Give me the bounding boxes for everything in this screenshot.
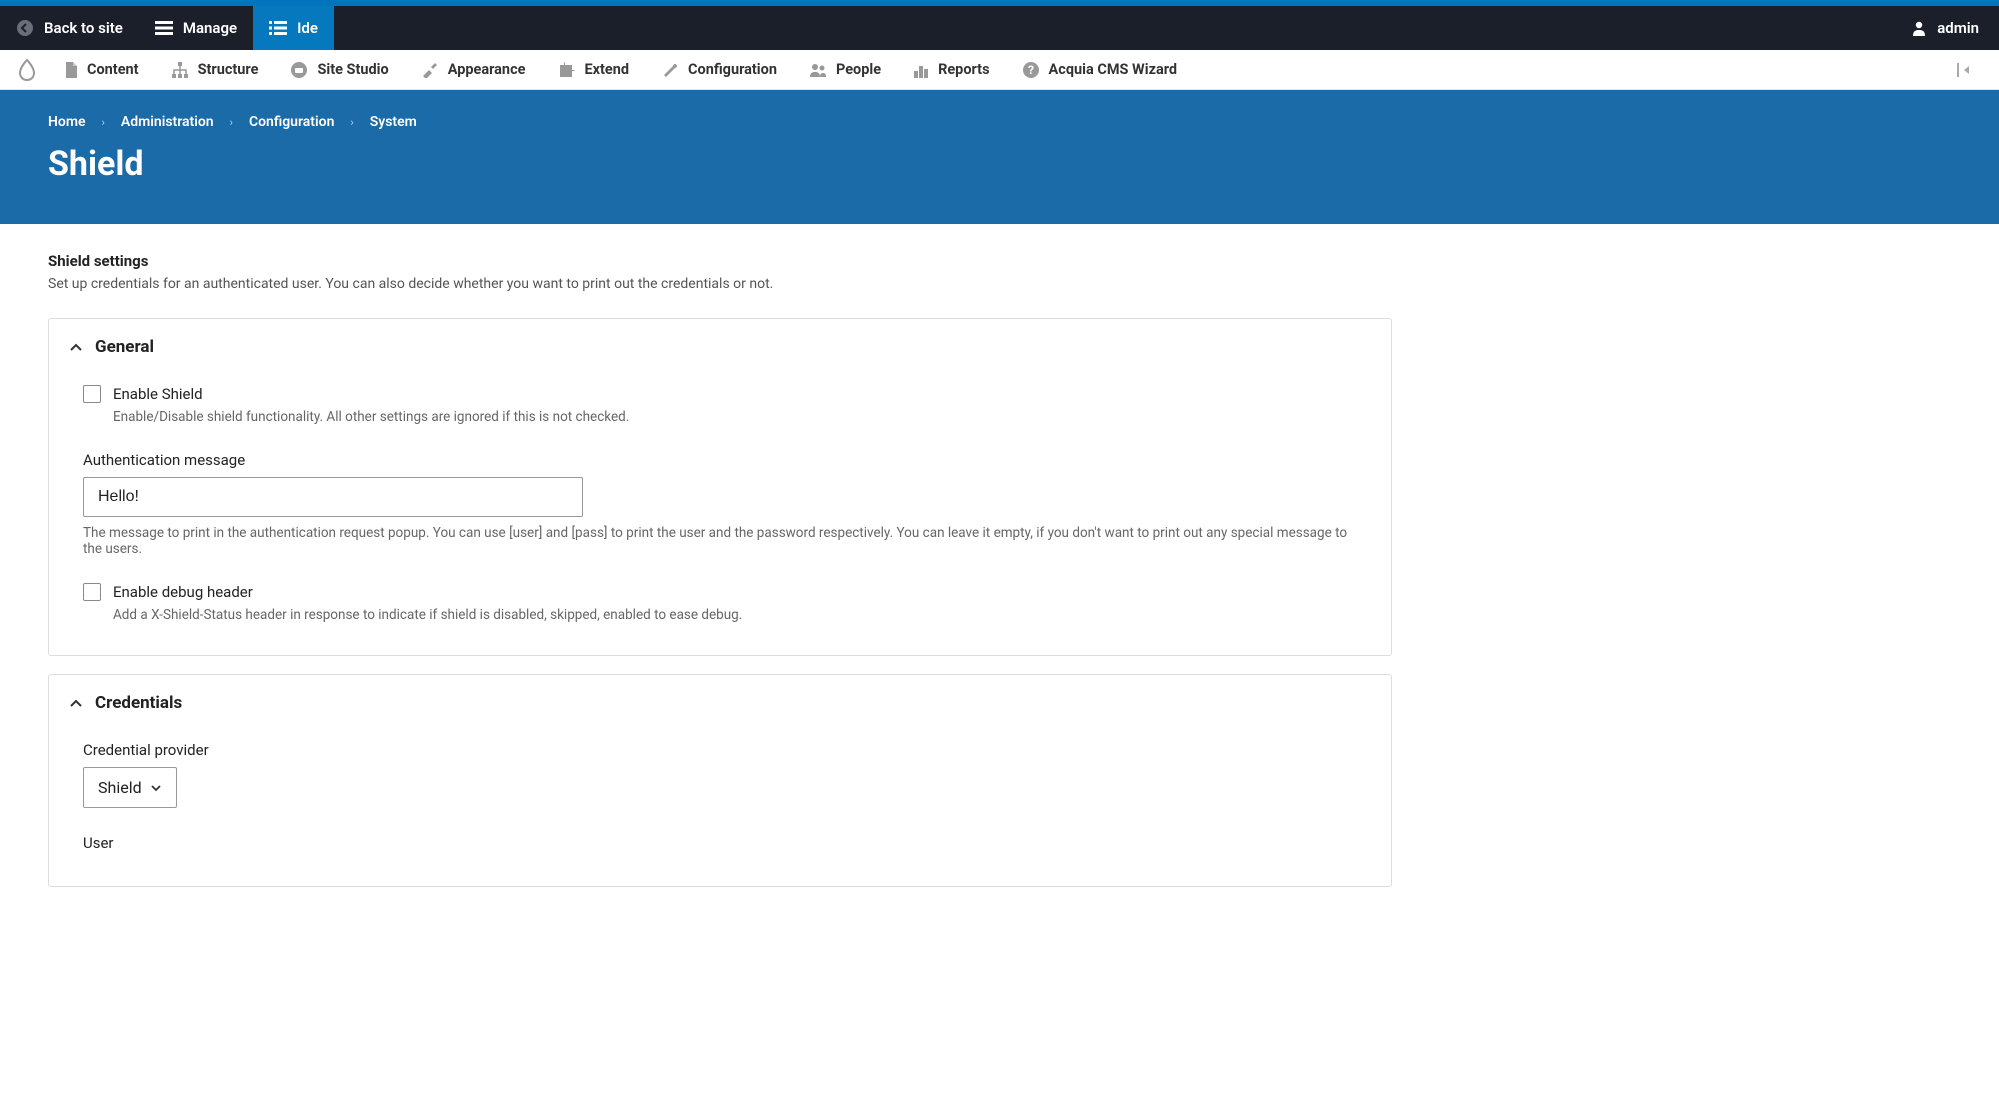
people-icon bbox=[809, 62, 827, 78]
fieldset-credentials-legend[interactable]: Credentials bbox=[49, 675, 1391, 731]
ide-button[interactable]: Ide bbox=[253, 6, 334, 50]
nav-content[interactable]: Content bbox=[52, 50, 151, 89]
user-label: admin bbox=[1937, 19, 1979, 37]
page-header: Home › Administration › Configuration › … bbox=[0, 90, 1999, 224]
credential-provider-label: Credential provider bbox=[83, 741, 1357, 759]
wrench-icon bbox=[661, 62, 679, 78]
back-to-site-label: Back to site bbox=[44, 19, 123, 37]
manage-label: Manage bbox=[183, 19, 237, 37]
auth-message-help: The message to print in the authenticati… bbox=[83, 525, 1357, 557]
auth-message-label: Authentication message bbox=[83, 451, 1357, 469]
nav-content-label: Content bbox=[87, 61, 139, 78]
fieldset-general-legend[interactable]: General bbox=[49, 319, 1391, 375]
drupal-logo-icon[interactable] bbox=[16, 58, 38, 82]
credential-provider-value: Shield bbox=[98, 778, 142, 797]
nav-configuration-label: Configuration bbox=[688, 61, 777, 78]
puzzle-icon bbox=[557, 62, 575, 78]
chevron-up-icon bbox=[69, 698, 83, 708]
nav-structure-label: Structure bbox=[198, 61, 259, 78]
breadcrumb: Home › Administration › Configuration › … bbox=[48, 114, 1951, 130]
enable-shield-label: Enable Shield bbox=[113, 385, 203, 403]
nav-extend-label: Extend bbox=[584, 61, 629, 78]
nav-people[interactable]: People bbox=[797, 50, 893, 89]
enable-shield-help: Enable/Disable shield functionality. All… bbox=[113, 409, 1357, 425]
fieldset-credentials: Credentials Credential provider Shield U… bbox=[48, 674, 1392, 887]
hierarchy-icon bbox=[171, 62, 189, 78]
section-title: Shield settings bbox=[48, 252, 1392, 270]
collapse-sidebar-icon[interactable] bbox=[1949, 63, 1983, 77]
fieldset-general-label: General bbox=[95, 337, 154, 357]
back-to-site-button[interactable]: Back to site bbox=[0, 6, 139, 50]
nav-appearance[interactable]: Appearance bbox=[409, 50, 538, 89]
breadcrumb-separator: › bbox=[230, 116, 233, 129]
auth-message-input[interactable] bbox=[83, 477, 583, 517]
nav-acquia-wizard-label: Acquia CMS Wizard bbox=[1049, 61, 1178, 78]
nav-structure[interactable]: Structure bbox=[159, 50, 271, 89]
section-description: Set up credentials for an authenticated … bbox=[48, 276, 1392, 292]
ide-label: Ide bbox=[297, 19, 318, 37]
enable-debug-checkbox[interactable] bbox=[83, 583, 101, 601]
nav-configuration[interactable]: Configuration bbox=[649, 50, 789, 89]
hamburger-icon bbox=[155, 21, 173, 35]
credential-provider-select[interactable]: Shield bbox=[83, 767, 177, 808]
nav-extend[interactable]: Extend bbox=[545, 50, 641, 89]
page-title: Shield bbox=[48, 144, 1951, 184]
breadcrumb-separator: › bbox=[102, 116, 105, 129]
appearance-icon bbox=[421, 62, 439, 78]
document-icon bbox=[64, 62, 78, 78]
nav-reports[interactable]: Reports bbox=[901, 50, 1001, 89]
fieldset-general: General Enable Shield Enable/Disable shi… bbox=[48, 318, 1392, 656]
nav-acquia-wizard[interactable]: ? Acquia CMS Wizard bbox=[1010, 50, 1190, 89]
user-menu[interactable]: admin bbox=[1891, 6, 1999, 50]
content: Shield settings Set up credentials for a… bbox=[0, 224, 1440, 945]
enable-shield-checkbox[interactable] bbox=[83, 385, 101, 403]
nav-people-label: People bbox=[836, 61, 881, 78]
breadcrumb-administration[interactable]: Administration bbox=[121, 114, 214, 130]
enable-debug-help: Add a X-Shield-Status header in response… bbox=[113, 607, 1357, 623]
user-icon bbox=[1911, 20, 1927, 36]
help-icon: ? bbox=[1022, 61, 1040, 79]
manage-button[interactable]: Manage bbox=[139, 6, 253, 50]
svg-text:?: ? bbox=[1028, 63, 1034, 77]
back-arrow-icon bbox=[16, 19, 34, 37]
toolbar: Back to site Manage Ide admin bbox=[0, 6, 1999, 50]
list-icon bbox=[269, 21, 287, 35]
fieldset-credentials-label: Credentials bbox=[95, 693, 182, 713]
user-label: User bbox=[83, 834, 1357, 852]
chevron-up-icon bbox=[69, 342, 83, 352]
chart-icon bbox=[913, 62, 929, 78]
chevron-down-icon bbox=[150, 784, 162, 792]
nav-site-studio[interactable]: Site Studio bbox=[278, 50, 400, 89]
enable-debug-label: Enable debug header bbox=[113, 583, 253, 601]
breadcrumb-separator: › bbox=[350, 116, 353, 129]
circle-icon bbox=[290, 61, 308, 79]
breadcrumb-home[interactable]: Home bbox=[48, 114, 86, 130]
nav-appearance-label: Appearance bbox=[448, 61, 526, 78]
breadcrumb-system[interactable]: System bbox=[370, 114, 417, 130]
nav-reports-label: Reports bbox=[938, 61, 989, 78]
admin-nav: Content Structure Site Studio Appearance… bbox=[0, 50, 1999, 90]
nav-site-studio-label: Site Studio bbox=[317, 61, 388, 78]
breadcrumb-configuration[interactable]: Configuration bbox=[249, 114, 334, 130]
